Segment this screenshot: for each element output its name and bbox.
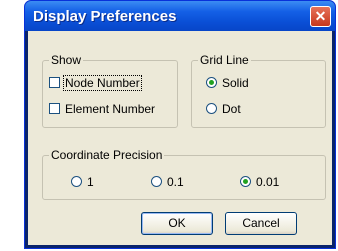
precision-0-1-label: 0.1 [167, 175, 184, 189]
window-title: Display Preferences [33, 8, 177, 25]
grid-solid-label: Solid [222, 76, 249, 90]
node-number-label: Node Number [63, 75, 142, 91]
dialog-window: Display Preferences ✕ Show Node Number E… [24, 0, 336, 249]
dialog-body: Show Node Number Element Number Grid Lin… [28, 31, 332, 245]
node-number-checkbox[interactable] [49, 77, 60, 88]
show-group-label: Show [49, 53, 84, 67]
grid-line-group-label: Grid Line [198, 53, 251, 67]
coordinate-precision-group: Coordinate Precision 1 0.1 0.01 [42, 148, 326, 200]
close-icon: ✕ [314, 8, 327, 24]
precision-0-01-label: 0.01 [256, 175, 280, 189]
grid-solid-radio[interactable] [206, 77, 217, 88]
grid-dot-radio[interactable] [206, 103, 217, 114]
grid-line-group: Grid Line Solid Dot [191, 53, 326, 128]
show-group: Show Node Number Element Number [42, 53, 178, 128]
title-bar[interactable]: Display Preferences ✕ [25, 1, 335, 31]
element-number-label: Element Number [65, 102, 156, 116]
precision-1-radio[interactable] [71, 176, 82, 187]
coordinate-precision-label: Coordinate Precision [49, 148, 165, 162]
precision-0-1-radio[interactable] [151, 176, 162, 187]
cancel-button[interactable]: Cancel [225, 212, 297, 235]
precision-1-label: 1 [87, 175, 94, 189]
close-button[interactable]: ✕ [310, 6, 331, 27]
grid-dot-label: Dot [222, 102, 241, 116]
element-number-checkbox[interactable] [49, 103, 60, 114]
precision-0-01-radio[interactable] [240, 176, 251, 187]
ok-button[interactable]: OK [141, 212, 213, 235]
